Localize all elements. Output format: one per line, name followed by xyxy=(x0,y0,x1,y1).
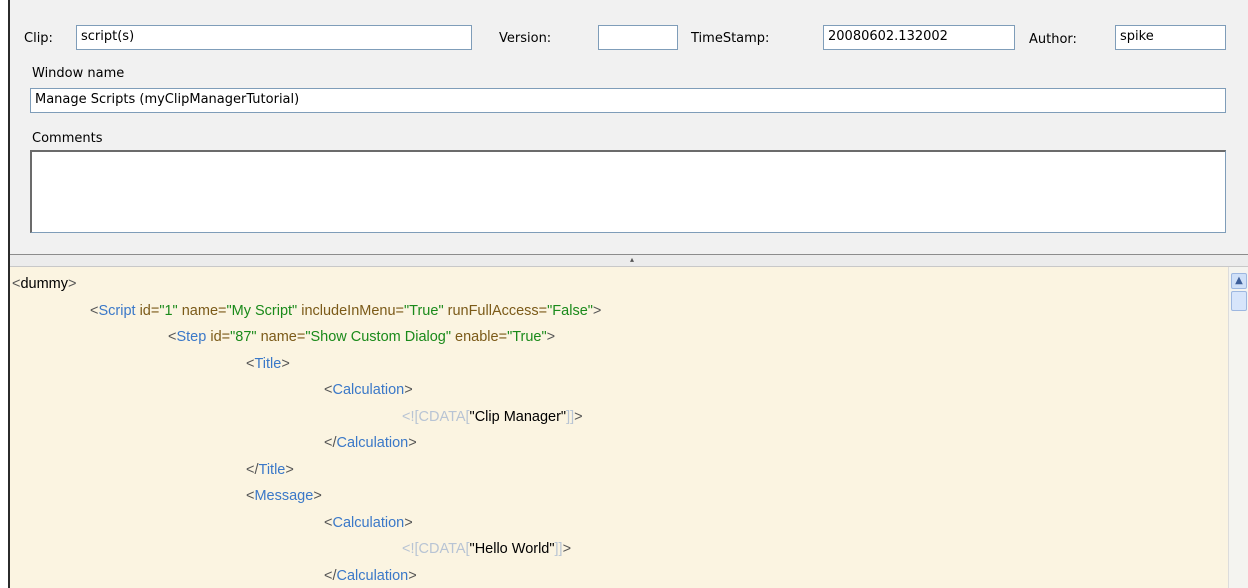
window-name-field[interactable]: Manage Scripts (myClipManagerTutorial) xyxy=(30,88,1226,113)
scroll-up-arrow-icon[interactable]: ▲ xyxy=(1231,273,1247,289)
code-token: > xyxy=(592,302,602,319)
version-label: Version: xyxy=(499,31,552,46)
code-line: <dummy> xyxy=(10,271,1228,298)
code-token: Script xyxy=(98,302,136,319)
code-token: Calculation xyxy=(332,382,405,398)
code-token: id= xyxy=(135,302,160,319)
code-token: Calculation xyxy=(336,435,409,451)
code-line: <Calculation> xyxy=(10,377,1228,404)
clip-label: Clip: xyxy=(24,31,53,46)
timestamp-label: TimeStamp: xyxy=(691,31,770,46)
code-token: ]] xyxy=(566,408,575,425)
code-token: <![CDATA[ xyxy=(402,541,470,557)
code-token: > xyxy=(404,382,413,398)
code-token: Title xyxy=(254,355,282,372)
code-token: name= xyxy=(256,329,306,345)
code-token: Message xyxy=(254,488,314,504)
code-token: id= xyxy=(206,329,231,345)
vertical-scrollbar[interactable]: ▲ xyxy=(1228,267,1248,588)
code-line: <![CDATA["Hello World"]]> xyxy=(10,536,1228,563)
code-token: "True" xyxy=(404,302,444,319)
code-token: "My Script" xyxy=(226,302,298,319)
code-token: "False" xyxy=(547,302,593,319)
code-token: "1" xyxy=(159,302,178,319)
code-token: > xyxy=(546,329,556,345)
code-token: </ xyxy=(246,461,259,478)
clip-properties-panel: Clip: script(s) Version: TimeStamp: 2008… xyxy=(10,0,1248,255)
code-token: > xyxy=(408,567,417,584)
code-token: > xyxy=(281,355,290,372)
code-token: </ xyxy=(324,567,337,584)
code-token: dummy xyxy=(20,276,69,292)
code-line: <Message> xyxy=(10,483,1228,510)
code-token: </ xyxy=(324,435,337,451)
code-token: > xyxy=(313,488,322,504)
timestamp-field[interactable]: 20080602.132002 xyxy=(823,25,1015,50)
code-token: Calculation xyxy=(336,567,409,584)
code-token: > xyxy=(562,541,572,557)
clip-name-field[interactable]: script(s) xyxy=(76,25,472,50)
code-token: enable= xyxy=(451,329,508,345)
code-line: </Title> xyxy=(10,457,1228,484)
code-token: > xyxy=(574,408,583,425)
window-name-label: Window name xyxy=(32,66,125,81)
comments-label: Comments xyxy=(32,131,103,146)
code-token: Calculation xyxy=(332,514,405,531)
code-token: > xyxy=(68,276,77,292)
code-token: Title xyxy=(258,461,286,478)
code-token: <![CDATA[ xyxy=(402,408,470,425)
code-token: ]] xyxy=(554,541,563,557)
code-line: <Title> xyxy=(10,351,1228,378)
code-token: > xyxy=(285,461,294,478)
code-token: "Clip Manager" xyxy=(469,408,567,425)
splitter-grip-icon[interactable]: ▴ xyxy=(628,256,636,264)
author-label: Author: xyxy=(1029,32,1077,47)
code-token: "Show Custom Dialog" xyxy=(305,329,452,345)
code-line: <Calculation> xyxy=(10,510,1228,537)
code-token: "True" xyxy=(507,329,547,345)
code-line: <Step id="87" name="Show Custom Dialog" … xyxy=(10,324,1228,351)
code-token: Step xyxy=(176,329,207,345)
panel-splitter[interactable]: ▴ xyxy=(10,255,1248,267)
clip-editor-window: Clip: script(s) Version: TimeStamp: 2008… xyxy=(8,0,1248,588)
xml-code-editor[interactable]: <dummy> <Script id="1" name="My Script" i… xyxy=(10,267,1228,588)
code-token: "87" xyxy=(230,329,257,345)
comments-textarea[interactable] xyxy=(30,150,1226,233)
code-line: </Calculation> xyxy=(10,430,1228,457)
author-field[interactable]: spike xyxy=(1115,25,1226,50)
code-line: </Calculation> xyxy=(10,563,1228,588)
scroll-thumb[interactable] xyxy=(1231,291,1247,311)
code-token: > xyxy=(404,514,413,531)
code-token: name= xyxy=(177,302,227,319)
code-lines: <dummy> <Script id="1" name="My Script" i… xyxy=(10,267,1228,588)
version-field[interactable] xyxy=(598,25,678,50)
code-line: <![CDATA["Clip Manager"]]> xyxy=(10,404,1228,431)
code-token: "Hello World" xyxy=(469,541,555,557)
code-token: > xyxy=(408,435,417,451)
code-line: <Script id="1" name="My Script" includeI… xyxy=(10,298,1228,325)
code-token: runFullAccess= xyxy=(443,302,548,319)
code-token: includeInMenu= xyxy=(297,302,405,319)
